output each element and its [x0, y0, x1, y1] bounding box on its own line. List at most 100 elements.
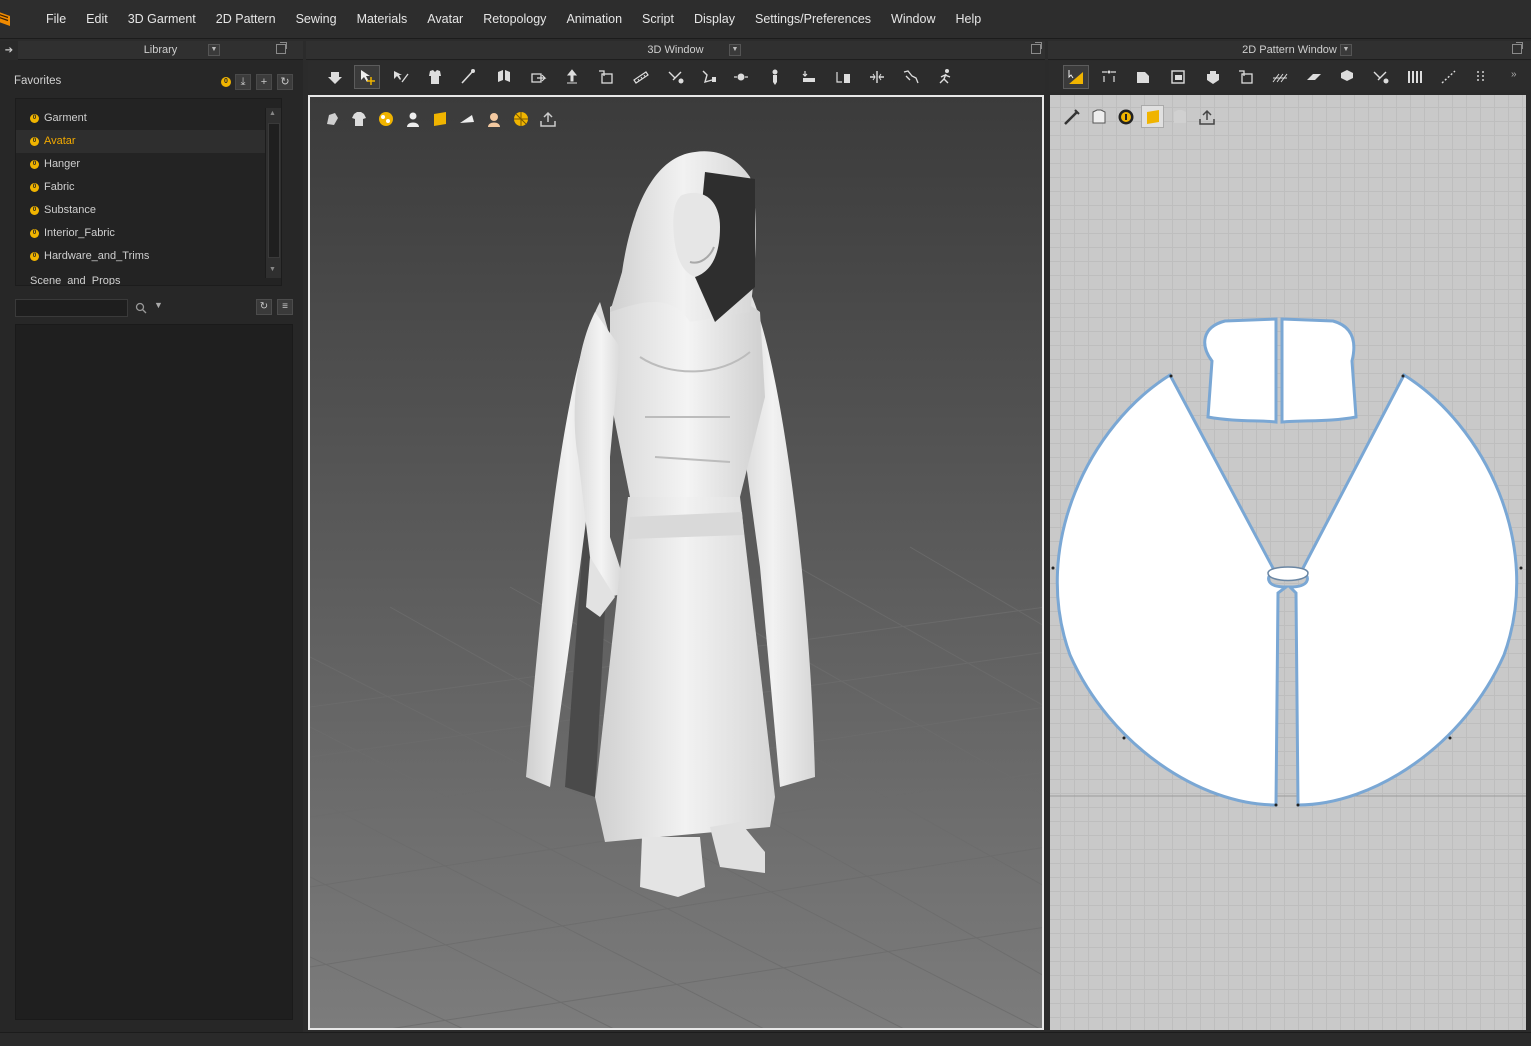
- fold-icon[interactable]: [1301, 65, 1327, 89]
- show-avatar-icon[interactable]: [320, 107, 343, 130]
- window2d-dropdown-icon[interactable]: ▼: [1340, 44, 1352, 56]
- search-input[interactable]: [15, 299, 128, 317]
- texture-icon[interactable]: [374, 107, 397, 130]
- pin-icon[interactable]: [762, 65, 788, 89]
- window3d-toolbar: [308, 61, 1045, 92]
- trace-icon[interactable]: [1233, 65, 1259, 89]
- favorite-item-interior-fabric[interactable]: 0 Interior_Fabric: [16, 222, 281, 245]
- menu-window[interactable]: Window: [881, 0, 945, 39]
- walk-icon[interactable]: [932, 65, 958, 89]
- menu-script[interactable]: Script: [632, 0, 684, 39]
- search-dropdown-icon[interactable]: ▼: [154, 300, 163, 310]
- measure-icon[interactable]: [628, 65, 654, 89]
- favorites-scrollbar[interactable]: ▲ ▼: [265, 108, 281, 278]
- pose-icon[interactable]: [898, 65, 924, 89]
- menu-retopology[interactable]: Retopology: [473, 0, 556, 39]
- menu-file[interactable]: File: [36, 0, 76, 39]
- menu-settings[interactable]: Settings/Preferences: [745, 0, 881, 39]
- library-file-area[interactable]: [15, 324, 293, 1020]
- menu-3d-garment[interactable]: 3D Garment: [118, 0, 206, 39]
- polygon-icon[interactable]: [1130, 65, 1156, 89]
- brush-icon[interactable]: [696, 65, 722, 89]
- refresh-icon[interactable]: ↻: [277, 74, 293, 90]
- simulation-icon[interactable]: [322, 65, 348, 89]
- import-icon[interactable]: ⤓: [235, 74, 251, 90]
- free-sew-icon[interactable]: [1368, 65, 1394, 89]
- window3d-float-icon[interactable]: [1031, 42, 1042, 54]
- edit-avatar-icon[interactable]: [663, 65, 689, 89]
- folder-star-icon: 0: [30, 137, 39, 146]
- avatar-measure-icon[interactable]: [728, 65, 754, 89]
- fabric-color-icon[interactable]: [1141, 105, 1164, 128]
- fabric-display-icon[interactable]: [428, 107, 451, 130]
- render-icon[interactable]: [455, 107, 478, 130]
- select-mesh-icon[interactable]: [388, 65, 414, 89]
- info-icon[interactable]: [1114, 105, 1137, 128]
- pattern-visible-icon[interactable]: [1087, 105, 1110, 128]
- steam-icon[interactable]: [559, 65, 585, 89]
- grain-icon[interactable]: [1267, 65, 1293, 89]
- rectangle-icon[interactable]: [1165, 65, 1191, 89]
- menu-materials[interactable]: Materials: [347, 0, 418, 39]
- favorite-item-scene-and-props[interactable]: Scene_and_Props: [16, 268, 281, 285]
- more-icon[interactable]: [1470, 65, 1496, 89]
- menu-sewing[interactable]: Sewing: [286, 0, 347, 39]
- menu-animation[interactable]: Animation: [556, 0, 632, 39]
- segment-sew-icon[interactable]: [1334, 65, 1360, 89]
- collapse-arrow-icon[interactable]: ➔: [0, 41, 18, 60]
- menu-2d-pattern[interactable]: 2D Pattern: [206, 0, 286, 39]
- edit-point-icon[interactable]: [1096, 65, 1122, 89]
- export-icon[interactable]: [536, 107, 559, 130]
- fold-arrangement-icon[interactable]: [491, 65, 517, 89]
- refresh-list-icon[interactable]: ↻: [256, 299, 272, 315]
- favorite-item-fabric[interactable]: 0 Fabric: [16, 176, 281, 199]
- transform-pattern-icon[interactable]: [1063, 65, 1089, 89]
- tape-icon[interactable]: [1436, 65, 1462, 89]
- favorite-item-substance[interactable]: 0 Substance: [16, 199, 281, 222]
- transform-pattern-icon[interactable]: [422, 65, 448, 89]
- viewport-3d[interactable]: [308, 95, 1044, 1030]
- window3d-dropdown-icon[interactable]: ▼: [729, 44, 741, 56]
- menu-display[interactable]: Display: [684, 0, 745, 39]
- menu-bar: File Edit 3D Garment 2D Pattern Sewing M…: [0, 0, 1531, 39]
- move-icon[interactable]: [525, 65, 551, 89]
- export-icon[interactable]: [1195, 105, 1218, 128]
- window2d-title: 2D Pattern Window: [1242, 44, 1337, 56]
- scrollbar-thumb[interactable]: [268, 123, 280, 258]
- avatar-display-icon[interactable]: [401, 107, 424, 130]
- favorite-item-garment[interactable]: 0 Garment: [16, 107, 281, 130]
- favorite-item-hanger[interactable]: 0 Hanger: [16, 153, 281, 176]
- window2d-float-icon[interactable]: [1512, 42, 1523, 54]
- flatten-icon[interactable]: [796, 65, 822, 89]
- edit-brush-icon[interactable]: [1060, 105, 1083, 128]
- tack-icon[interactable]: [593, 65, 619, 89]
- scroll-up-icon[interactable]: ▲: [269, 110, 276, 117]
- favorite-label: Hanger: [44, 158, 81, 170]
- app-window: File Edit 3D Garment 2D Pattern Sewing M…: [0, 0, 1531, 1046]
- list-view-icon[interactable]: ≡: [277, 299, 293, 315]
- edit-pin-icon[interactable]: [455, 65, 481, 89]
- window2d-titlebar: 2D Pattern Window ▼: [1048, 41, 1531, 60]
- grid-icon[interactable]: [509, 107, 532, 130]
- scroll-down-icon[interactable]: ▼: [269, 266, 276, 273]
- toolbar-overflow-icon[interactable]: »: [1511, 69, 1517, 80]
- select-move-icon[interactable]: [354, 65, 380, 89]
- texture-icon[interactable]: [1168, 105, 1191, 128]
- align-icon[interactable]: [830, 65, 856, 89]
- line-tool-icon[interactable]: [864, 65, 890, 89]
- menu-avatar[interactable]: Avatar: [417, 0, 473, 39]
- internal-polygon-icon[interactable]: [1200, 65, 1226, 89]
- add-icon[interactable]: +: [256, 74, 272, 90]
- show-garment-icon[interactable]: [347, 107, 370, 130]
- menu-help[interactable]: Help: [946, 0, 992, 39]
- library-dropdown-icon[interactable]: ▼: [208, 44, 220, 56]
- favorite-item-hardware-and-trims[interactable]: 0 Hardware_and_Trims: [16, 245, 281, 268]
- favorite-item-avatar[interactable]: 0 Avatar: [16, 130, 281, 153]
- pleat-icon[interactable]: [1402, 65, 1428, 89]
- favorite-star-icon[interactable]: 0: [221, 77, 231, 87]
- menu-edit[interactable]: Edit: [76, 0, 118, 39]
- search-icon[interactable]: [135, 302, 147, 314]
- library-float-icon[interactable]: [276, 42, 287, 54]
- viewport-2d[interactable]: [1050, 95, 1526, 1030]
- skin-icon[interactable]: [482, 107, 505, 130]
